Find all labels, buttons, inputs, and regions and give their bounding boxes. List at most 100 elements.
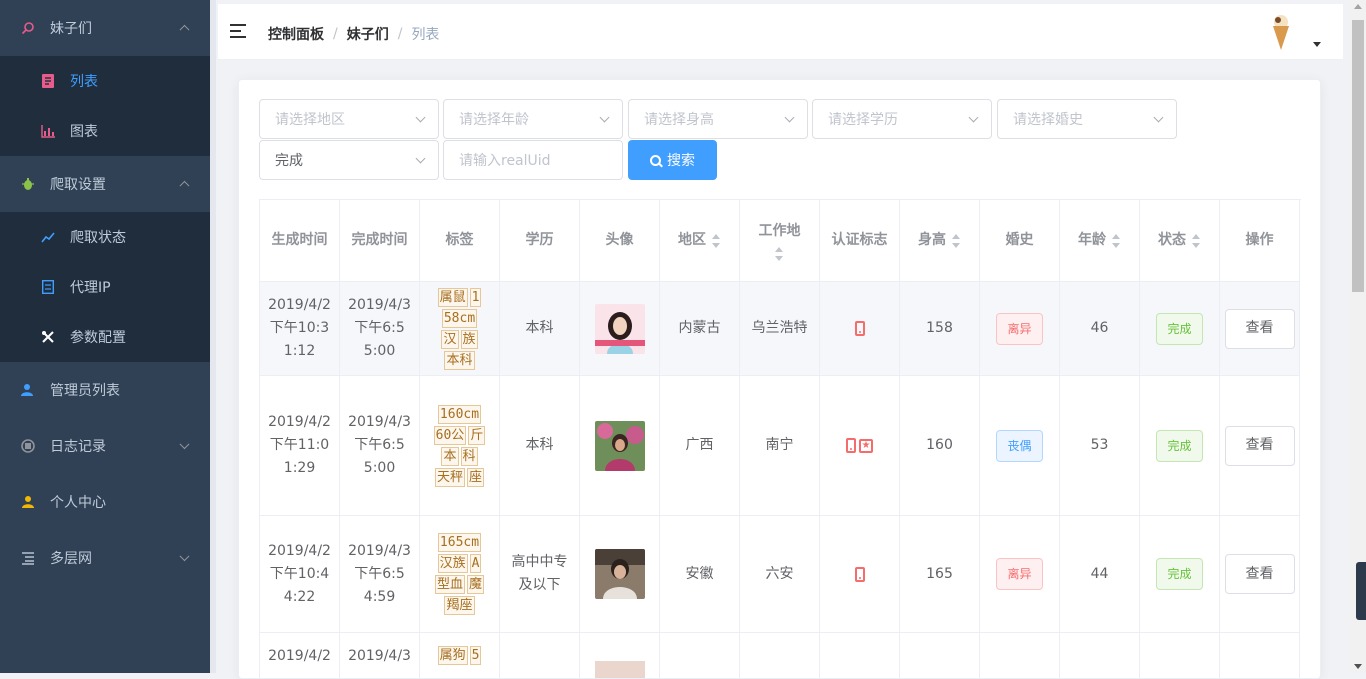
star-verified-icon: ★ [859, 438, 873, 453]
th-workplace[interactable]: 工作地 [740, 200, 820, 282]
menu-admin-list[interactable]: 管理员列表 [0, 362, 210, 418]
tree-icon [20, 550, 36, 566]
navbar: 控制面板 / 妹子们 / 列表 [218, 4, 1343, 60]
age-select-value: 请选择年龄 [459, 112, 529, 128]
scroll-down-icon[interactable] [1354, 664, 1362, 669]
cell-age [1060, 633, 1140, 678]
cell-avatar [580, 633, 660, 679]
chevron-down-icon [599, 112, 610, 123]
th-age[interactable]: 年龄 [1060, 200, 1140, 282]
chevron-up-icon [179, 180, 190, 191]
marriage-badge: 离异 [996, 558, 1043, 590]
sidebar-item-chart[interactable]: 图表 [0, 106, 210, 156]
view-button[interactable]: 查看 [1224, 425, 1295, 466]
table-row: 2019/4/2 2019/4/3 属狗 5 [260, 633, 1301, 679]
menu-girls[interactable]: 妹子们 [0, 0, 210, 56]
tag: 属狗 [437, 646, 468, 665]
sort-icon[interactable] [775, 247, 784, 261]
height-select[interactable]: 请选择身高 [628, 99, 808, 139]
tag: 羯座 [444, 596, 475, 615]
chart-icon [40, 123, 56, 139]
status-select[interactable]: 完成 [259, 140, 439, 180]
scroll-up-icon[interactable] [1354, 4, 1362, 9]
cell-finished: 2019/4/3 下午6:5 4:59 [340, 516, 420, 633]
avatar[interactable] [1259, 12, 1299, 52]
menu-profile[interactable]: 个人中心 [0, 474, 210, 530]
cell-workplace: 六安 [740, 516, 820, 633]
cell-created: 2019/4/2 下午11:0 1:29 [260, 376, 340, 516]
cell-status: 完成 [1140, 282, 1220, 376]
tag: A [469, 554, 482, 573]
cell-education: 高中中专及以下 [500, 516, 580, 633]
cell-region: 安徽 [660, 516, 740, 633]
th-status[interactable]: 状态 [1140, 200, 1220, 282]
search-button[interactable]: 搜索 [628, 140, 717, 180]
caret-down-icon[interactable] [1313, 42, 1321, 47]
cell-verified: ★ [820, 376, 900, 516]
sort-icon[interactable] [1192, 233, 1201, 248]
sidebar: 妹子们 列表 图表 爬取设置 爬取状态 代理IP 参数配置 管理员列表 日志记录… [0, 0, 210, 673]
th-region[interactable]: 地区 [660, 200, 740, 282]
age-select[interactable]: 请选择年龄 [443, 99, 623, 139]
tag: 型血 [434, 575, 465, 594]
cell-marriage: 离异 [980, 516, 1060, 633]
sort-icon[interactable] [1112, 233, 1121, 248]
tag: 本 [441, 446, 459, 466]
hamburger-icon[interactable] [230, 24, 246, 38]
marriage-select[interactable]: 请选择婚史 [997, 99, 1177, 139]
sidebar-item-list[interactable]: 列表 [0, 56, 210, 106]
submenu-crawl: 爬取状态 代理IP 参数配置 [0, 212, 210, 362]
cell-verified [820, 282, 900, 376]
sidebar-item-params[interactable]: 参数配置 [0, 312, 210, 362]
tag: 58cm [441, 308, 478, 328]
menu-multilevel[interactable]: 多层网 [0, 530, 210, 586]
cell-tags: 属狗 5 [420, 633, 500, 678]
profile-photo[interactable] [594, 661, 645, 679]
scrollbar-thumb[interactable] [1352, 20, 1364, 292]
cell-marriage [980, 633, 1060, 678]
tag: 60公 [433, 425, 467, 445]
realuid-input[interactable]: 请输入realUid [443, 140, 623, 180]
view-button[interactable]: 查看 [1224, 554, 1295, 594]
breadcrumb-girls[interactable]: 妹子们 [347, 24, 389, 44]
education-select[interactable]: 请选择学历 [812, 99, 992, 139]
breadcrumb-list: 列表 [411, 27, 440, 43]
profile-photo[interactable] [594, 549, 645, 599]
cell-avatar [580, 376, 660, 516]
cell-workplace: 南宁 [740, 376, 820, 516]
realuid-input-placeholder: 请输入realUid [459, 153, 551, 169]
breadcrumb-dashboard[interactable]: 控制面板 [268, 24, 324, 44]
floating-widget[interactable] [1356, 562, 1366, 620]
th-created: 生成时间 [260, 200, 340, 282]
profile-photo[interactable] [594, 303, 645, 354]
profile-photo[interactable] [594, 420, 645, 471]
menu-logs[interactable]: 日志记录 [0, 418, 210, 474]
menu-profile-label: 个人中心 [50, 495, 106, 511]
region-select[interactable]: 请选择地区 [259, 99, 439, 139]
menu-crawl-settings[interactable]: 爬取设置 [0, 156, 210, 212]
sidebar-item-crawl-status-label: 爬取状态 [70, 230, 126, 246]
sort-icon[interactable] [712, 233, 721, 248]
cell-avatar [580, 516, 660, 633]
marriage-badge: 离异 [996, 312, 1043, 345]
chevron-down-icon [1153, 112, 1164, 123]
data-table: 生成时间 完成时间 标签 学历 头像 地区 工作地 认证标志 身高 婚史 年龄 … [259, 199, 1301, 679]
sidebar-divider [210, 0, 216, 673]
tag: 科 [460, 446, 478, 466]
view-button[interactable]: 查看 [1224, 308, 1295, 349]
tools-icon [40, 329, 56, 345]
menu-logs-label: 日志记录 [50, 439, 106, 455]
cell-height [900, 633, 980, 678]
sidebar-item-proxy-ip[interactable]: 代理IP [0, 262, 210, 312]
phone-verified-icon [854, 566, 865, 582]
th-height[interactable]: 身高 [900, 200, 980, 282]
tag: 1 [469, 287, 482, 307]
chevron-down-icon [415, 112, 426, 123]
th-avatar: 头像 [580, 200, 660, 282]
table-row: 2019/4/2 下午10:3 1:12 2019/4/3 下午6:5 5:00 属鼠 1… [260, 282, 1301, 376]
sort-icon[interactable] [952, 233, 961, 248]
chevron-down-icon [968, 112, 979, 123]
sidebar-item-crawl-status[interactable]: 爬取状态 [0, 212, 210, 262]
menu-admin-list-label: 管理员列表 [50, 383, 120, 399]
phone-verified-icon [846, 438, 856, 453]
